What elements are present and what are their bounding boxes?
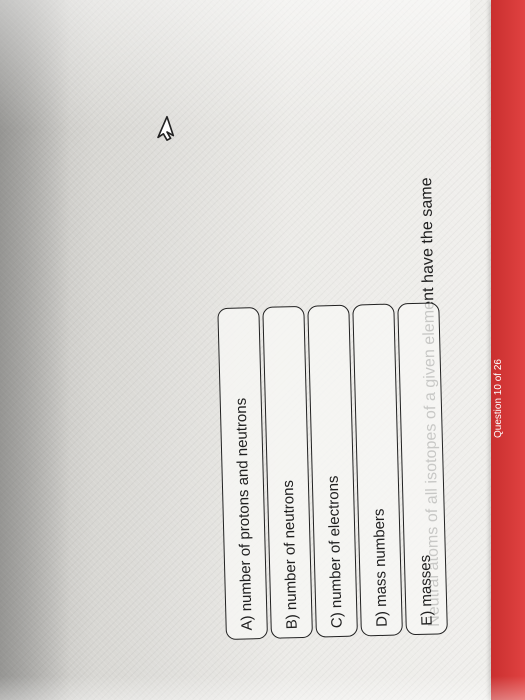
question-header-bar [491,0,525,700]
screen-glare [0,0,470,130]
answer-choice-d[interactable]: D) mass numbers [352,303,403,637]
cursor-arrow-icon [157,115,175,141]
answer-choice-c[interactable]: C) number of electrons [307,304,358,638]
answer-choice-e[interactable]: E) masses [397,302,448,636]
answer-choice-b[interactable]: B) number of neutrons [262,305,313,639]
answer-choice-label: C) number of electrons [324,475,346,629]
question-counter: Question 10 of 26 [493,359,504,438]
answer-choice-label: B) number of neutrons [279,479,301,630]
photo-shadow [0,0,70,700]
answer-choice-label: D) mass numbers [370,508,391,628]
screen-bottom-glare [0,676,525,700]
answer-choice-label: E) masses [416,554,436,626]
answer-choice-a[interactable]: A) number of protons and neutrons [217,307,268,640]
answer-choice-label: A) number of protons and neutrons [232,397,256,631]
